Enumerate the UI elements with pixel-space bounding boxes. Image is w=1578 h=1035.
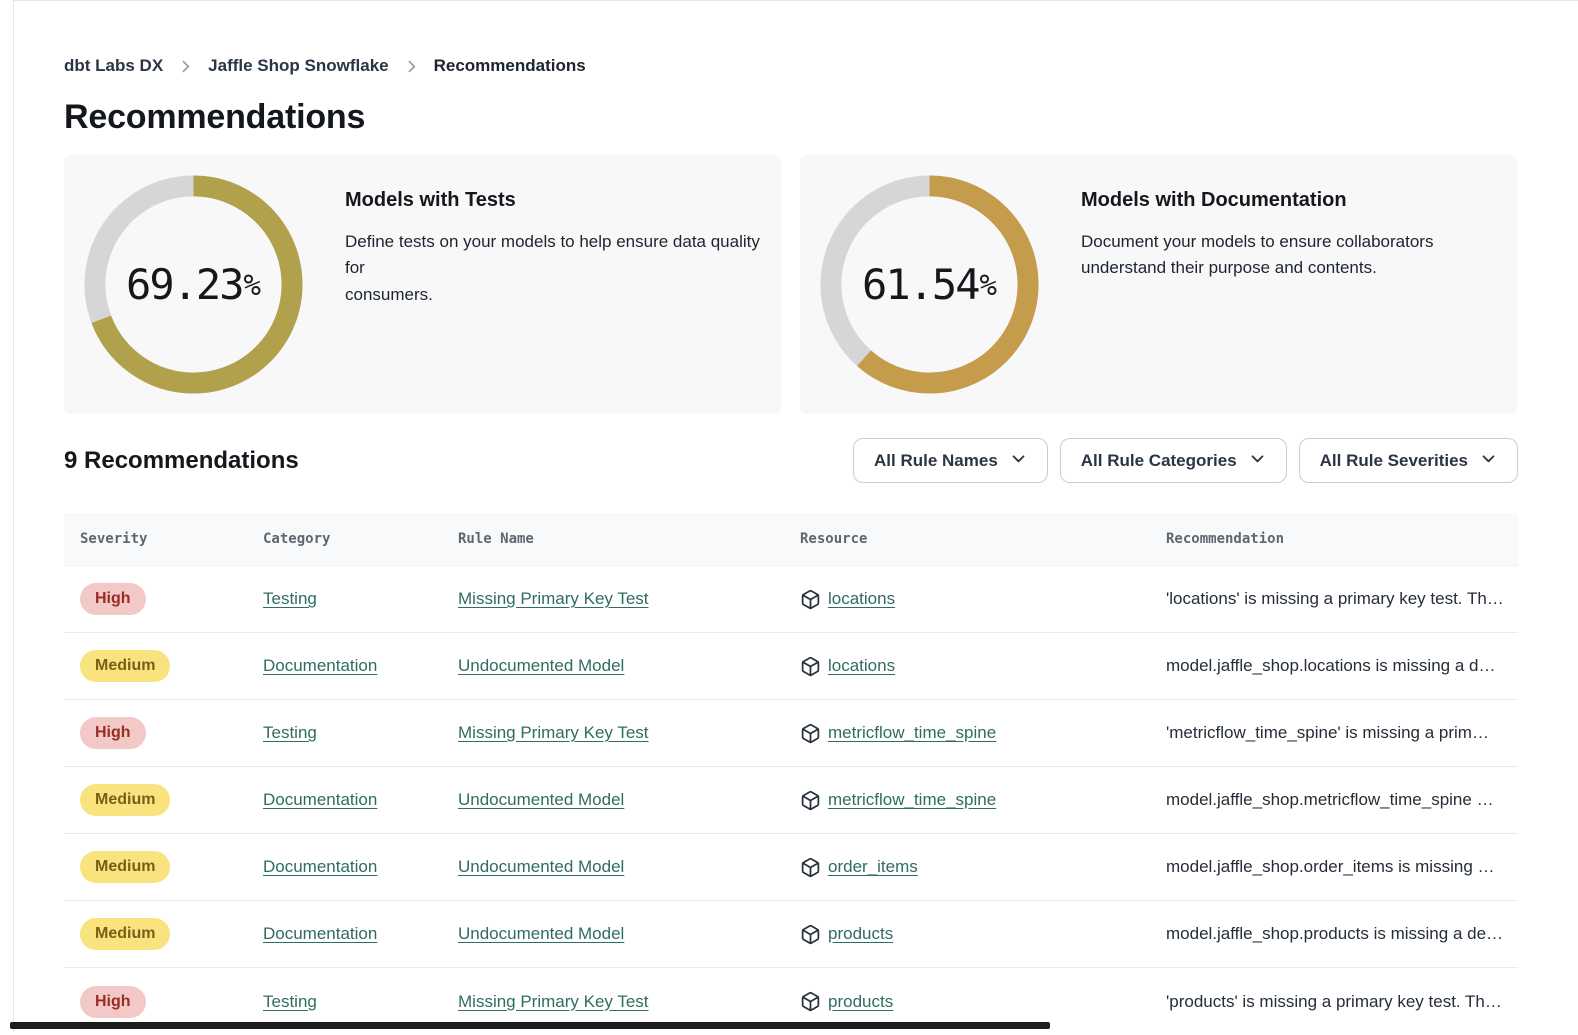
model-box-icon [800,723,821,744]
model-box-icon [800,991,821,1012]
column-header-category: Category [263,531,458,547]
category-link[interactable]: Documentation [263,656,377,675]
chevron-down-icon [1010,449,1027,472]
column-header-recommendation: Recommendation [1166,531,1502,547]
column-header-resource: Resource [800,531,1166,547]
chevron-down-icon [1249,449,1266,472]
category-link[interactable]: Testing [263,589,317,608]
rule-name-link[interactable]: Undocumented Model [458,656,624,675]
filter-label: All Rule Names [874,451,998,471]
tests-percentage: 69.23% [84,175,303,394]
chevron-right-icon [403,58,420,75]
recommendations-table: Severity Category Rule Name Resource Rec… [64,513,1518,1035]
filter-label: All Rule Severities [1320,451,1468,471]
recommendation-text: model.jaffle_shop.order_items is missing… [1166,857,1502,877]
resource-link[interactable]: products [828,992,893,1012]
table-row: Medium Documentation Undocumented Model … [64,834,1518,901]
card-title: Models with Documentation [1081,189,1433,212]
models-with-tests-card: 69.23% Models with Tests Define tests on… [64,155,781,414]
list-toolbar: 9 Recommendations All Rule Names All Rul… [64,438,1518,483]
breadcrumb-current-page: Recommendations [434,56,586,76]
clipped-next-row [10,1022,1050,1029]
model-box-icon [800,589,821,610]
severity-badge: Medium [80,918,170,950]
rule-severities-filter-dropdown[interactable]: All Rule Severities [1299,438,1518,483]
table-row: High Testing Missing Primary Key Test me… [64,700,1518,767]
severity-badge: High [80,717,146,749]
recommendation-text: model.jaffle_shop.metricflow_time_spine … [1166,790,1502,810]
model-box-icon [800,790,821,811]
column-header-severity: Severity [80,531,263,547]
documentation-percentage: 61.54% [820,175,1039,394]
table-row: High Testing Missing Primary Key Test lo… [64,566,1518,633]
model-box-icon [800,857,821,878]
documentation-donut-chart: 61.54% [820,175,1039,394]
model-box-icon [800,924,821,945]
rule-name-link[interactable]: Missing Primary Key Test [458,723,649,742]
table-row: Medium Documentation Undocumented Model … [64,901,1518,968]
resource-link[interactable]: locations [828,589,895,609]
category-link[interactable]: Documentation [263,924,377,943]
recommendation-text: 'locations' is missing a primary key tes… [1166,589,1502,609]
card-title: Models with Tests [345,189,761,212]
column-header-rule-name: Rule Name [458,531,800,547]
resource-link[interactable]: order_items [828,857,918,877]
summary-cards: 69.23% Models with Tests Define tests on… [64,155,1518,414]
resource-link[interactable]: metricflow_time_spine [828,723,996,743]
rule-name-link[interactable]: Missing Primary Key Test [458,992,649,1011]
model-box-icon [800,656,821,677]
chevron-down-icon [1480,449,1497,472]
page-title: Recommendations [64,98,1518,137]
card-description: Document your models to ensure collabora… [1081,229,1433,282]
recommendations-count: 9 Recommendations [64,447,299,475]
resource-link[interactable]: products [828,924,893,944]
recommendation-text: model.jaffle_shop.locations is missing a… [1166,656,1502,676]
filter-group: All Rule Names All Rule Categories All R… [853,438,1518,483]
category-link[interactable]: Testing [263,992,317,1011]
severity-badge: Medium [80,784,170,816]
category-link[interactable]: Documentation [263,857,377,876]
recommendation-text: 'metricflow_time_spine' is missing a pri… [1166,723,1502,743]
rule-name-link[interactable]: Undocumented Model [458,790,624,809]
card-description: Define tests on your models to help ensu… [345,229,761,308]
breadcrumb: dbt Labs DX Jaffle Shop Snowflake Recomm… [64,56,1518,76]
chevron-right-icon [177,58,194,75]
category-link[interactable]: Documentation [263,790,377,809]
table-row: Medium Documentation Undocumented Model … [64,767,1518,834]
models-with-documentation-card: 61.54% Models with Documentation Documen… [800,155,1517,414]
breadcrumb-link-account[interactable]: dbt Labs DX [64,56,163,76]
severity-badge: Medium [80,851,170,883]
rule-categories-filter-dropdown[interactable]: All Rule Categories [1060,438,1287,483]
severity-badge: Medium [80,650,170,682]
recommendations-page: dbt Labs DX Jaffle Shop Snowflake Recomm… [14,0,1578,1032]
severity-badge: High [80,986,146,1018]
rule-name-link[interactable]: Missing Primary Key Test [458,589,649,608]
table-row: Medium Documentation Undocumented Model … [64,633,1518,700]
rule-name-link[interactable]: Undocumented Model [458,857,624,876]
severity-badge: High [80,583,146,615]
table-body: High Testing Missing Primary Key Test lo… [64,566,1518,1035]
resource-link[interactable]: metricflow_time_spine [828,790,996,810]
filter-label: All Rule Categories [1081,451,1237,471]
breadcrumb-link-project[interactable]: Jaffle Shop Snowflake [208,56,388,76]
category-link[interactable]: Testing [263,723,317,742]
rule-names-filter-dropdown[interactable]: All Rule Names [853,438,1048,483]
table-header-row: Severity Category Rule Name Resource Rec… [64,513,1518,566]
resource-link[interactable]: locations [828,656,895,676]
recommendation-text: 'products' is missing a primary key test… [1166,992,1502,1012]
tests-donut-chart: 69.23% [84,175,303,394]
rule-name-link[interactable]: Undocumented Model [458,924,624,943]
recommendation-text: model.jaffle_shop.products is missing a … [1166,924,1502,944]
